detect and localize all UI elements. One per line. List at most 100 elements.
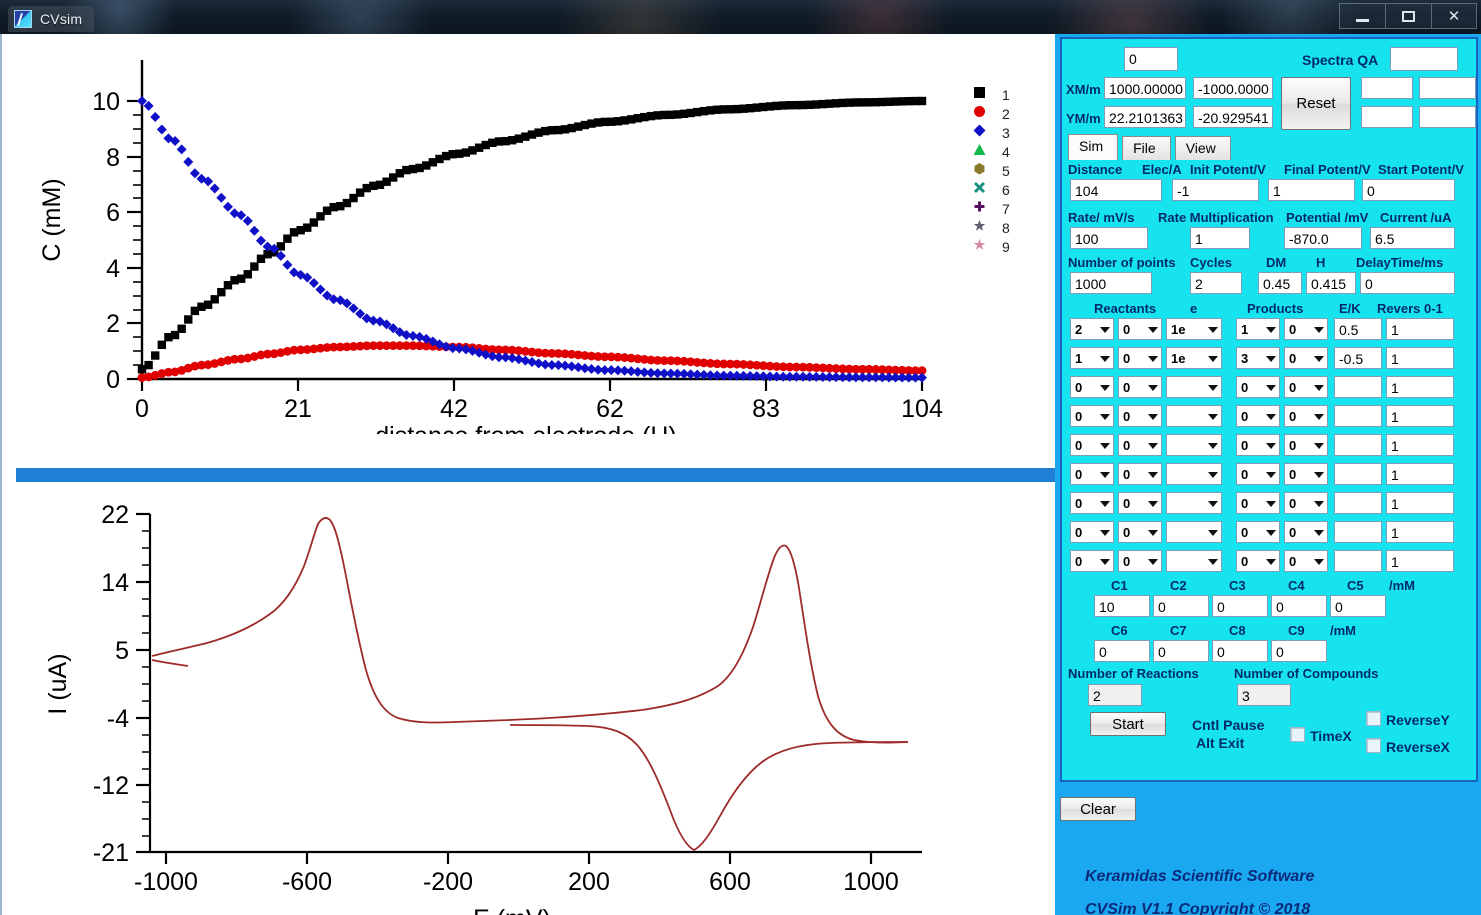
product1-row-7[interactable]: 0 <box>1236 492 1280 514</box>
c9-field[interactable]: 0 <box>1271 640 1327 662</box>
close-button[interactable]: ✕ <box>1431 3 1477 29</box>
reversey-checkbox[interactable] <box>1366 711 1381 726</box>
tab-view[interactable]: View <box>1174 136 1231 160</box>
revers-row-1[interactable]: 1 <box>1386 318 1454 340</box>
ek-row-6[interactable] <box>1334 463 1382 485</box>
blank-field-2[interactable] <box>1419 77 1476 99</box>
chart-splitter[interactable] <box>16 468 1055 482</box>
num-compounds-field[interactable]: 3 <box>1237 684 1291 706</box>
c5-field[interactable]: 0 <box>1330 595 1386 617</box>
ym-max-field[interactable]: 22.2101363 <box>1104 106 1186 128</box>
product2-row-6[interactable]: 0 <box>1284 463 1328 485</box>
product1-row-9[interactable]: 0 <box>1236 550 1280 572</box>
electrons-row-2[interactable]: 1e <box>1166 347 1222 369</box>
c2-field[interactable]: 0 <box>1153 595 1209 617</box>
blank-field-1[interactable] <box>1361 77 1413 99</box>
electrons-row-8[interactable] <box>1166 521 1222 543</box>
electrons-row-7[interactable] <box>1166 492 1222 514</box>
electrons-row-9[interactable] <box>1166 550 1222 572</box>
revers-row-3[interactable]: 1 <box>1386 376 1454 398</box>
product1-row-1[interactable]: 1 <box>1236 318 1280 340</box>
tab-sim[interactable]: Sim <box>1068 134 1119 160</box>
c6-field[interactable]: 0 <box>1094 640 1150 662</box>
num-points-field[interactable]: 1000 <box>1070 272 1152 294</box>
rate-field[interactable]: 100 <box>1070 227 1148 249</box>
product2-row-9[interactable]: 0 <box>1284 550 1328 572</box>
c8-field[interactable]: 0 <box>1212 640 1268 662</box>
ek-row-8[interactable] <box>1334 521 1382 543</box>
title-bar-tab[interactable]: CVsim <box>8 6 95 32</box>
reset-button[interactable]: Reset <box>1281 77 1351 130</box>
electrons-row-3[interactable] <box>1166 376 1222 398</box>
c7-field[interactable]: 0 <box>1153 640 1209 662</box>
ek-row-9[interactable] <box>1334 550 1382 572</box>
potential-mv-field[interactable]: -870.0 <box>1284 227 1362 249</box>
xm-min-field[interactable]: -1000.0000 <box>1193 77 1273 99</box>
ek-row-3[interactable] <box>1334 376 1382 398</box>
cyclic-voltammogram-chart[interactable]: 22 14 5 -4 -12 -21 -1000 -600 -200 200 6… <box>2 484 1055 915</box>
cycles-field[interactable]: 2 <box>1190 272 1242 294</box>
spectra-qa-field[interactable] <box>1390 47 1458 71</box>
tab-file[interactable]: File <box>1122 136 1171 160</box>
init-potential-field[interactable]: -1 <box>1172 179 1259 201</box>
h-field[interactable]: 0.415 <box>1306 272 1356 294</box>
revers-row-6[interactable]: 1 <box>1386 463 1454 485</box>
revers-row-2[interactable]: 1 <box>1386 347 1454 369</box>
concentration-profile-chart[interactable]: 10 8 6 4 2 0 0 21 42 62 83 104 C (mM) 1 … <box>2 34 1055 434</box>
num-reactions-field[interactable]: 2 <box>1088 684 1142 706</box>
revers-row-8[interactable]: 1 <box>1386 521 1454 543</box>
minimize-button[interactable] <box>1339 3 1385 29</box>
electrons-row-6[interactable] <box>1166 463 1222 485</box>
reactant2-row-2[interactable]: 0 <box>1118 347 1162 369</box>
reactant2-row-9[interactable]: 0 <box>1118 550 1162 572</box>
revers-row-5[interactable]: 1 <box>1386 434 1454 456</box>
reactant2-row-1[interactable]: 0 <box>1118 318 1162 340</box>
product2-row-3[interactable]: 0 <box>1284 376 1328 398</box>
product1-row-2[interactable]: 3 <box>1236 347 1280 369</box>
dm-field[interactable]: 0.45 <box>1258 272 1302 294</box>
reactant1-row-1[interactable]: 2 <box>1070 318 1114 340</box>
counter-field[interactable]: 0 <box>1124 47 1178 71</box>
reactant2-row-4[interactable]: 0 <box>1118 405 1162 427</box>
reactant2-row-7[interactable]: 0 <box>1118 492 1162 514</box>
revers-row-4[interactable]: 1 <box>1386 405 1454 427</box>
ym-min-field[interactable]: -20.929541 <box>1193 106 1273 128</box>
current-ua-field[interactable]: 6.5 <box>1370 227 1455 249</box>
product1-row-3[interactable]: 0 <box>1236 376 1280 398</box>
reactant1-row-3[interactable]: 0 <box>1070 376 1114 398</box>
product1-row-4[interactable]: 0 <box>1236 405 1280 427</box>
reactant2-row-8[interactable]: 0 <box>1118 521 1162 543</box>
electrons-row-5[interactable] <box>1166 434 1222 456</box>
reactant1-row-7[interactable]: 0 <box>1070 492 1114 514</box>
maximize-button[interactable] <box>1385 3 1431 29</box>
reactant2-row-6[interactable]: 0 <box>1118 463 1162 485</box>
electrons-row-4[interactable] <box>1166 405 1222 427</box>
ek-row-2[interactable]: -0.5 <box>1334 347 1382 369</box>
c3-field[interactable]: 0 <box>1212 595 1268 617</box>
delaytime-field[interactable]: 0 <box>1360 272 1455 294</box>
product2-row-4[interactable]: 0 <box>1284 405 1328 427</box>
timex-checkbox[interactable] <box>1290 727 1305 742</box>
product1-row-8[interactable]: 0 <box>1236 521 1280 543</box>
electrons-row-1[interactable]: 1e <box>1166 318 1222 340</box>
reactant1-row-6[interactable]: 0 <box>1070 463 1114 485</box>
blank-field-4[interactable] <box>1419 106 1476 128</box>
revers-row-7[interactable]: 1 <box>1386 492 1454 514</box>
product2-row-5[interactable]: 0 <box>1284 434 1328 456</box>
reversex-checkbox[interactable] <box>1366 738 1381 753</box>
blank-field-3[interactable] <box>1361 106 1413 128</box>
product2-row-8[interactable]: 0 <box>1284 521 1328 543</box>
product2-row-2[interactable]: 0 <box>1284 347 1328 369</box>
ek-row-1[interactable]: 0.5 <box>1334 318 1382 340</box>
reactant1-row-4[interactable]: 0 <box>1070 405 1114 427</box>
ek-row-5[interactable] <box>1334 434 1382 456</box>
product1-row-6[interactable]: 0 <box>1236 463 1280 485</box>
ek-row-7[interactable] <box>1334 492 1382 514</box>
clear-button[interactable]: Clear <box>1060 797 1136 821</box>
start-potential-field[interactable]: 0 <box>1362 179 1455 201</box>
rate-mult-field[interactable]: 1 <box>1190 227 1250 249</box>
xm-max-field[interactable]: 1000.00000 <box>1104 77 1186 99</box>
c1-field[interactable]: 10 <box>1094 595 1150 617</box>
reactant1-row-8[interactable]: 0 <box>1070 521 1114 543</box>
final-potential-field[interactable]: 1 <box>1268 179 1355 201</box>
